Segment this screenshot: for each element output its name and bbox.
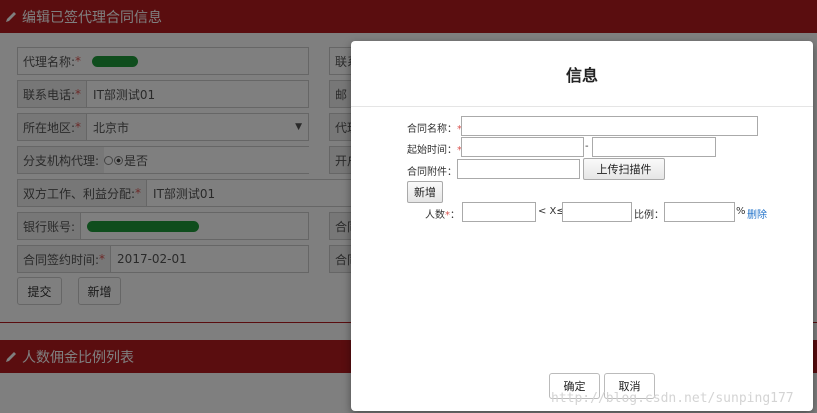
modal-add-button[interactable]: 新增 [407,181,443,203]
percent-sign: % [736,206,746,217]
contract-name-label: 合同名称： [407,124,457,135]
people-label: 人数 [425,210,445,221]
contract-name-input[interactable] [461,116,758,136]
upload-scan-button[interactable]: 上传扫描件 [583,158,665,180]
start-date-input[interactable] [461,137,584,157]
modal-title: 信息 [351,41,813,107]
info-modal: 信息 合同名称：* 起始时间：* - 合同附件： 上传扫描件 新增 人数*： <… [351,41,813,411]
start-time-label: 起始时间： [407,145,457,156]
attachment-input[interactable] [457,159,580,179]
people-min-input[interactable] [462,202,536,222]
date-separator: - [585,141,589,152]
delete-link[interactable]: 删除 [747,206,767,221]
ratio-label: 比例： [634,210,664,221]
range-operator: < X≤ [538,206,565,217]
end-date-input[interactable] [592,137,716,157]
watermark: http://blog.csdn.net/sunping177 [551,391,794,406]
people-max-input[interactable] [562,202,632,222]
attachment-label: 合同附件： [407,167,457,178]
ratio-input[interactable] [664,202,735,222]
